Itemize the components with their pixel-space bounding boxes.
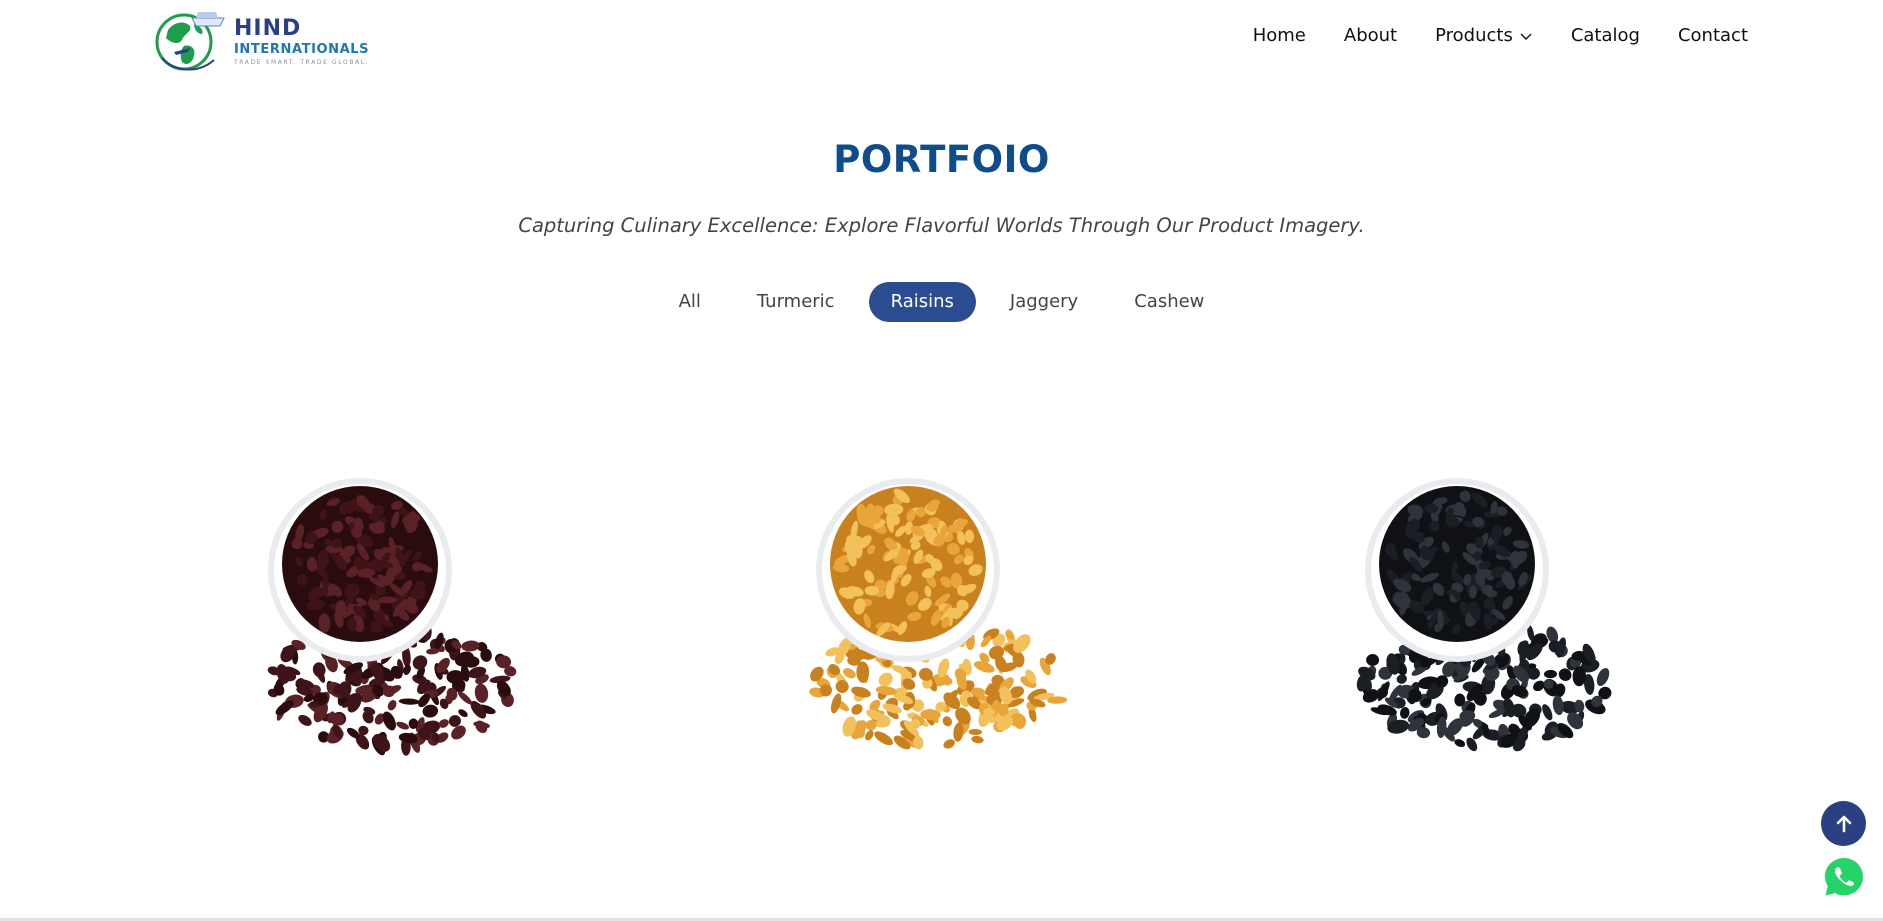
portfolio-subtitle: Capturing Culinary Excellence: Explore F… bbox=[518, 214, 1365, 237]
page: HIND INTERNATIONALS TRADE SMART. TRADE G… bbox=[0, 0, 1883, 921]
portfolio-title: PORTFOIO bbox=[833, 138, 1050, 181]
brown-raisins-bowl-image bbox=[267, 478, 517, 756]
whatsapp-button[interactable] bbox=[1822, 855, 1866, 899]
nav-contact[interactable]: Contact bbox=[1678, 25, 1748, 46]
product-card-brown-raisins[interactable] bbox=[240, 470, 540, 780]
nav-products-label: Products bbox=[1435, 25, 1513, 46]
filter-jaggery[interactable]: Jaggery bbox=[988, 282, 1100, 322]
filter-all[interactable]: All bbox=[657, 282, 723, 322]
site-header: HIND INTERNATIONALS TRADE SMART. TRADE G… bbox=[0, 0, 1883, 82]
nav-catalog[interactable]: Catalog bbox=[1571, 25, 1640, 46]
brand-name-line2: INTERNATIONALS bbox=[234, 42, 370, 57]
nav-about[interactable]: About bbox=[1344, 25, 1397, 46]
product-card-golden-raisins[interactable] bbox=[788, 470, 1088, 780]
product-card-black-raisins[interactable] bbox=[1337, 470, 1637, 780]
brand-text: HIND INTERNATIONALS TRADE SMART. TRADE G… bbox=[234, 18, 369, 66]
chevron-down-icon bbox=[1520, 33, 1532, 40]
golden-raisins-bowl-image bbox=[809, 478, 1068, 750]
brand-tagline: TRADE SMART. TRADE GLOBAL. bbox=[234, 59, 370, 66]
brand-name-line1: HIND bbox=[234, 16, 302, 41]
nav-products[interactable]: Products bbox=[1435, 25, 1533, 46]
nav-home[interactable]: Home bbox=[1253, 25, 1306, 46]
filter-raisins[interactable]: Raisins bbox=[868, 282, 976, 322]
back-to-top-button[interactable] bbox=[1821, 801, 1866, 846]
arrow-up-icon bbox=[1836, 815, 1851, 832]
brand-logo[interactable]: HIND INTERNATIONALS TRADE SMART. TRADE G… bbox=[154, 8, 384, 76]
portfolio-filters: All Turmeric Raisins Jaggery Cashew bbox=[0, 282, 1883, 322]
filter-cashew[interactable]: Cashew bbox=[1112, 282, 1226, 322]
main-nav: Home About Products Catalog Contact bbox=[1215, 25, 1748, 46]
whatsapp-icon bbox=[1825, 858, 1863, 896]
filter-turmeric[interactable]: Turmeric bbox=[735, 282, 857, 322]
black-raisins-bowl-image bbox=[1356, 478, 1612, 752]
globe-logo-icon bbox=[155, 12, 225, 71]
